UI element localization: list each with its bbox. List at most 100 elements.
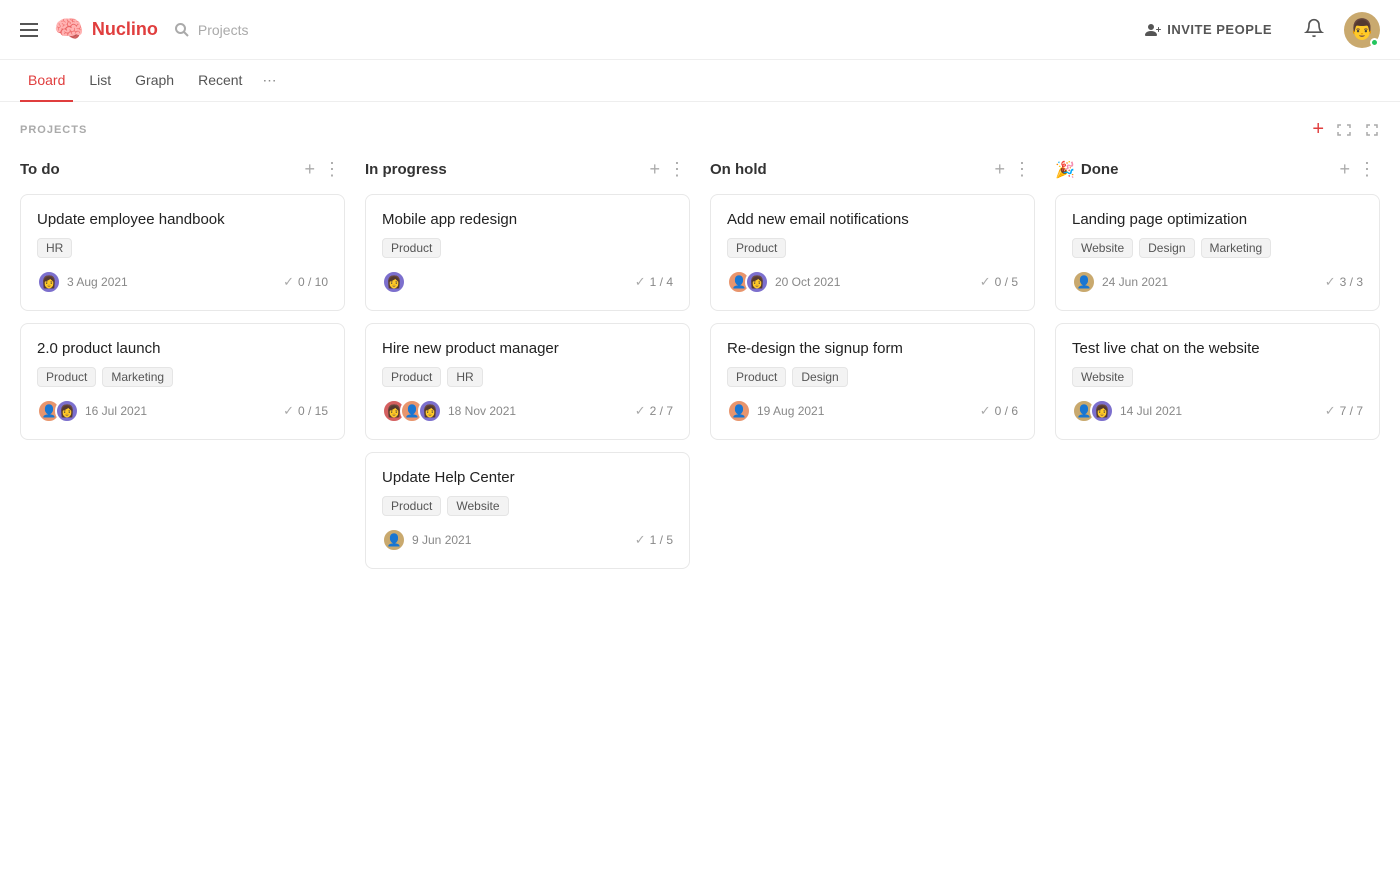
column-todo-more[interactable]: ⋮ — [319, 157, 345, 182]
card-email-notifications[interactable]: Add new email notifications Product 👤 👩 … — [710, 194, 1035, 311]
invite-people-button[interactable]: INVITE PEOPLE — [1133, 16, 1284, 44]
card-footer-left: 👩 3 Aug 2021 — [37, 270, 128, 294]
card-footer-left: 👤 24 Jun 2021 — [1072, 270, 1168, 294]
card-title: Mobile app redesign — [382, 211, 673, 228]
card-title: Add new email notifications — [727, 211, 1018, 228]
column-inprogress-more[interactable]: ⋮ — [664, 157, 690, 182]
card-checklist: ✓ 0 / 5 — [980, 274, 1018, 290]
card-title: Landing page optimization — [1072, 211, 1363, 228]
notifications-button[interactable] — [1304, 18, 1324, 41]
tag-product: Product — [727, 367, 786, 387]
card-tags: Product Design — [727, 367, 1018, 387]
tab-recent[interactable]: Recent — [190, 60, 250, 102]
column-done: 🎉 Done + ⋮ Landing page optimization Web… — [1055, 157, 1380, 452]
card-footer: 👤 👩 16 Jul 2021 ✓ 0 / 15 — [37, 399, 328, 423]
tab-board[interactable]: Board — [20, 60, 73, 102]
avatar-chip: 👩 — [55, 399, 79, 423]
search-area[interactable]: Projects — [174, 22, 249, 38]
card-mobile-redesign[interactable]: Mobile app redesign Product 👩 ✓ 1 / 4 — [365, 194, 690, 311]
collapse-button[interactable] — [1364, 122, 1380, 138]
person-add-icon — [1145, 22, 1161, 38]
header-left: 🧠 Nuclino Projects — [20, 15, 248, 44]
column-todo-header: To do + ⋮ — [20, 157, 345, 182]
column-done-more[interactable]: ⋮ — [1354, 157, 1380, 182]
card-redesign-signup[interactable]: Re-design the signup form Product Design… — [710, 323, 1035, 440]
column-todo-title: To do — [20, 161, 300, 178]
card-footer: 👤 9 Jun 2021 ✓ 1 / 5 — [382, 528, 673, 552]
search-icon — [174, 22, 190, 38]
column-done-title: Done — [1081, 161, 1336, 178]
expand-button[interactable] — [1336, 122, 1352, 138]
tab-list[interactable]: List — [81, 60, 119, 102]
card-checklist: ✓ 0 / 10 — [283, 274, 328, 290]
column-inprogress-title: In progress — [365, 161, 645, 178]
columns-container: To do + ⋮ Update employee handbook HR 👩 … — [20, 157, 1380, 581]
tag-design: Design — [792, 367, 847, 387]
card-tags: Product Website — [382, 496, 673, 516]
column-todo-add[interactable]: + — [300, 157, 319, 182]
tag-product: Product — [727, 238, 786, 258]
card-date: 14 Jul 2021 — [1120, 404, 1182, 418]
header: 🧠 Nuclino Projects INVITE PEOPLE — [0, 0, 1400, 60]
add-column-button[interactable]: + — [1312, 118, 1324, 141]
card-avatars: 👤 👩 — [37, 399, 79, 423]
card-date: 9 Jun 2021 — [412, 533, 471, 547]
card-tags: Product — [727, 238, 1018, 258]
column-onhold-header: On hold + ⋮ — [710, 157, 1035, 182]
tag-hr: HR — [37, 238, 72, 258]
card-footer: 👤 👩 14 Jul 2021 ✓ 7 / 7 — [1072, 399, 1363, 423]
invite-label: INVITE PEOPLE — [1167, 22, 1272, 37]
card-date: 18 Nov 2021 — [448, 404, 516, 418]
column-onhold: On hold + ⋮ Add new email notifications … — [710, 157, 1035, 452]
card-footer-left: 👤 👩 14 Jul 2021 — [1072, 399, 1182, 423]
card-tags: Product HR — [382, 367, 673, 387]
card-hire-manager[interactable]: Hire new product manager Product HR 👩 👤 … — [365, 323, 690, 440]
tag-website: Website — [447, 496, 508, 516]
card-update-help[interactable]: Update Help Center Product Website 👤 9 J… — [365, 452, 690, 569]
column-done-add[interactable]: + — [1335, 157, 1354, 182]
card-product-launch[interactable]: 2.0 product launch Product Marketing 👤 👩… — [20, 323, 345, 440]
avatar-chip: 👩 — [1090, 399, 1114, 423]
tab-graph[interactable]: Graph — [127, 60, 182, 102]
card-tags: Product — [382, 238, 673, 258]
avatar-chip: 👤 — [727, 399, 751, 423]
card-footer: 👤 👩 20 Oct 2021 ✓ 0 / 5 — [727, 270, 1018, 294]
card-title: Hire new product manager — [382, 340, 673, 357]
card-footer: 👤 24 Jun 2021 ✓ 3 / 3 — [1072, 270, 1363, 294]
card-footer-left: 👤 9 Jun 2021 — [382, 528, 471, 552]
card-avatars: 👤 👩 — [1072, 399, 1114, 423]
board-actions: + — [1312, 118, 1380, 141]
user-avatar-container[interactable]: 👨 — [1344, 12, 1380, 48]
tab-more-icon[interactable]: ⋯ — [258, 60, 280, 101]
column-onhold-more[interactable]: ⋮ — [1009, 157, 1035, 182]
card-title: Update Help Center — [382, 469, 673, 486]
card-live-chat[interactable]: Test live chat on the website Website 👤 … — [1055, 323, 1380, 440]
card-footer: 👤 19 Aug 2021 ✓ 0 / 6 — [727, 399, 1018, 423]
column-todo: To do + ⋮ Update employee handbook HR 👩 … — [20, 157, 345, 452]
card-avatars: 👩 — [37, 270, 61, 294]
card-avatars: 👤 👩 — [727, 270, 769, 294]
avatar-chip: 👩 — [418, 399, 442, 423]
column-inprogress: In progress + ⋮ Mobile app redesign Prod… — [365, 157, 690, 581]
logo-icon: 🧠 — [54, 15, 84, 44]
tag-hr: HR — [447, 367, 482, 387]
tag-design: Design — [1139, 238, 1194, 258]
tag-product: Product — [37, 367, 96, 387]
card-checklist: ✓ 0 / 15 — [283, 403, 328, 419]
card-avatars: 👩 👤 👩 — [382, 399, 442, 423]
search-placeholder: Projects — [198, 22, 249, 38]
column-done-header: 🎉 Done + ⋮ — [1055, 157, 1380, 182]
column-onhold-add[interactable]: + — [990, 157, 1009, 182]
card-avatars: 👤 — [727, 399, 751, 423]
avatar-chip: 👩 — [382, 270, 406, 294]
card-checklist: ✓ 1 / 5 — [635, 532, 673, 548]
online-status-dot — [1370, 38, 1379, 47]
card-footer: 👩 3 Aug 2021 ✓ 0 / 10 — [37, 270, 328, 294]
card-update-employee[interactable]: Update employee handbook HR 👩 3 Aug 2021… — [20, 194, 345, 311]
hamburger-menu[interactable] — [20, 23, 38, 37]
card-date: 16 Jul 2021 — [85, 404, 147, 418]
tag-product: Product — [382, 496, 441, 516]
column-inprogress-add[interactable]: + — [645, 157, 664, 182]
logo[interactable]: 🧠 Nuclino — [54, 15, 158, 44]
card-landing-page[interactable]: Landing page optimization Website Design… — [1055, 194, 1380, 311]
